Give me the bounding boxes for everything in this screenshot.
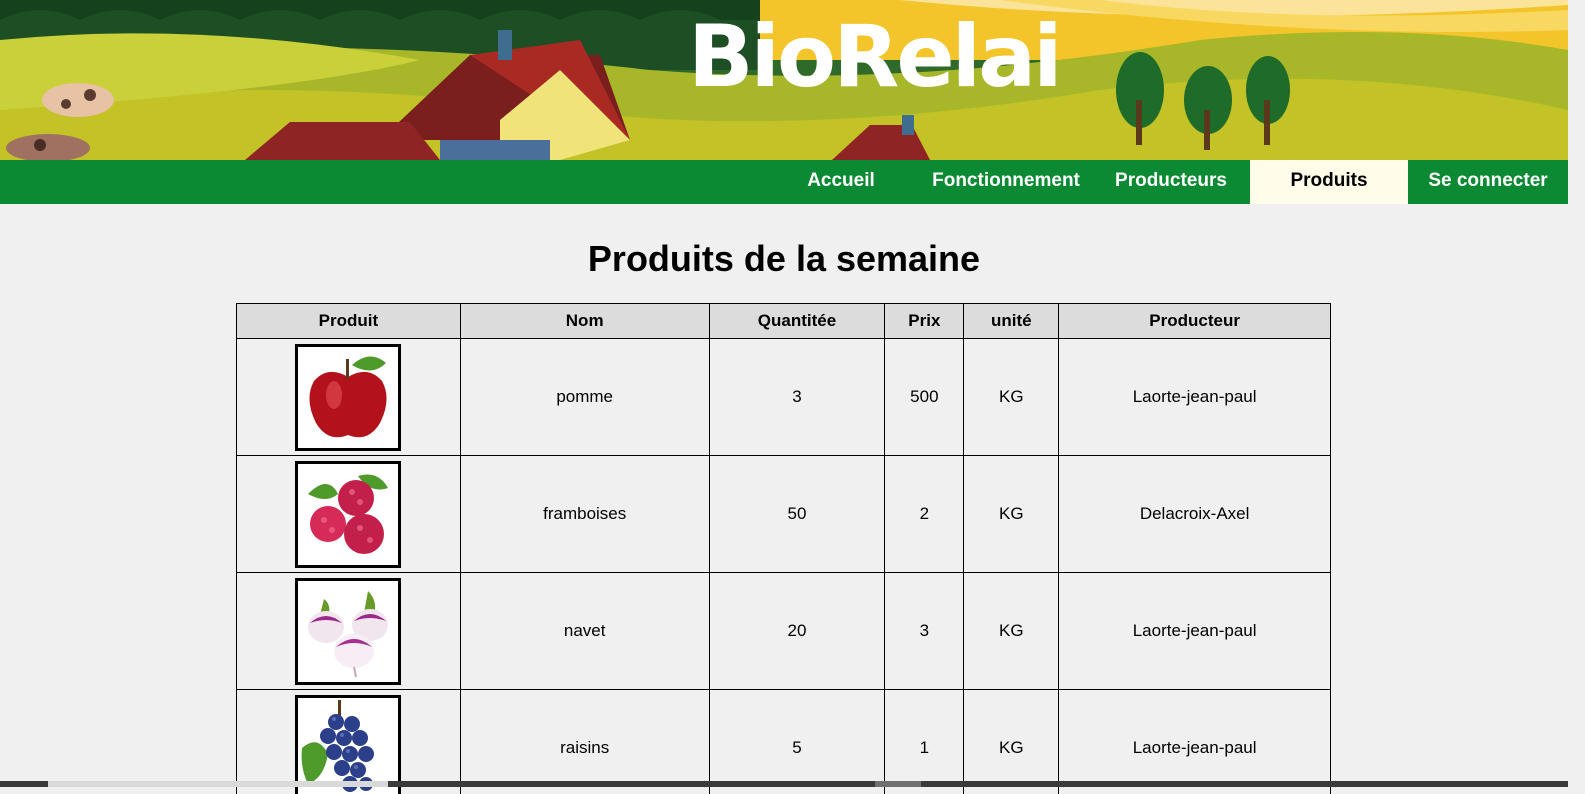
product-unit: KG xyxy=(963,455,1060,573)
product-producer: Laorte-jean-paul xyxy=(1058,338,1331,456)
table-row: navet 20 3 KG Laorte-jean-paul xyxy=(236,572,1331,690)
main-nav: Accueil Fonctionnement Producteurs Produ… xyxy=(0,160,1568,204)
product-price: 2 xyxy=(884,455,965,573)
site-banner: BioRelai xyxy=(0,0,1568,160)
horizontal-scrollbar-marker xyxy=(875,781,921,787)
nav-item-fonctionnement[interactable]: Fonctionnement xyxy=(921,160,1091,204)
apple-icon xyxy=(295,343,402,451)
column-header-unite: unité xyxy=(963,303,1060,339)
column-header-nom: Nom xyxy=(459,303,710,339)
turnip-icon xyxy=(295,577,402,685)
product-unit: KG xyxy=(963,338,1060,456)
product-producer: Laorte-jean-paul xyxy=(1058,572,1331,690)
product-image-cell xyxy=(236,455,461,573)
column-header-producteur: Producteur xyxy=(1058,303,1331,339)
product-price: 500 xyxy=(884,338,965,456)
product-image-cell xyxy=(236,338,461,456)
product-quantity: 20 xyxy=(708,572,886,690)
product-unit: KG xyxy=(963,689,1060,794)
page-title: Produits de la semaine xyxy=(587,238,981,279)
grapes-icon xyxy=(295,694,402,794)
product-quantity: 50 xyxy=(708,455,886,573)
product-name: raisins xyxy=(459,689,710,794)
product-unit: KG xyxy=(963,572,1060,690)
nav-item-produits[interactable]: Produits xyxy=(1250,160,1408,204)
product-producer: Laorte-jean-paul xyxy=(1058,689,1331,794)
product-quantity: 3 xyxy=(708,338,886,456)
site-logo[interactable]: BioRelai xyxy=(688,14,1063,100)
column-header-quantite: Quantitée xyxy=(708,303,886,339)
product-price: 1 xyxy=(884,689,965,794)
column-header-prix: Prix xyxy=(884,303,965,339)
product-name: pomme xyxy=(459,338,710,456)
product-producer: Delacroix-Axel xyxy=(1058,455,1331,573)
table-row: pomme 3 500 KG Laorte-jean-paul xyxy=(236,338,1331,456)
column-header-produit: Produit xyxy=(236,303,461,339)
product-quantity: 5 xyxy=(708,689,886,794)
table-row: raisins 5 1 KG Laorte-jean-paul xyxy=(236,689,1331,794)
nav-item-producteurs[interactable]: Producteurs xyxy=(1101,160,1241,204)
nav-item-accueil[interactable]: Accueil xyxy=(793,160,889,204)
product-price: 3 xyxy=(884,572,965,690)
table-row: framboises 50 2 KG Delacroix-Axel xyxy=(236,455,1331,573)
product-name: navet xyxy=(459,572,710,690)
product-name: framboises xyxy=(459,455,710,573)
product-image-cell xyxy=(236,572,461,690)
raspberry-icon xyxy=(295,460,402,568)
product-image-cell xyxy=(236,689,461,794)
table-header-row: Produit Nom Quantitée Prix unité Product… xyxy=(236,303,1331,339)
nav-item-se-connecter[interactable]: Se connecter xyxy=(1410,160,1566,204)
horizontal-scrollbar-thumb[interactable] xyxy=(48,781,388,787)
products-table: Produit Nom Quantitée Prix unité Product… xyxy=(236,303,1331,794)
